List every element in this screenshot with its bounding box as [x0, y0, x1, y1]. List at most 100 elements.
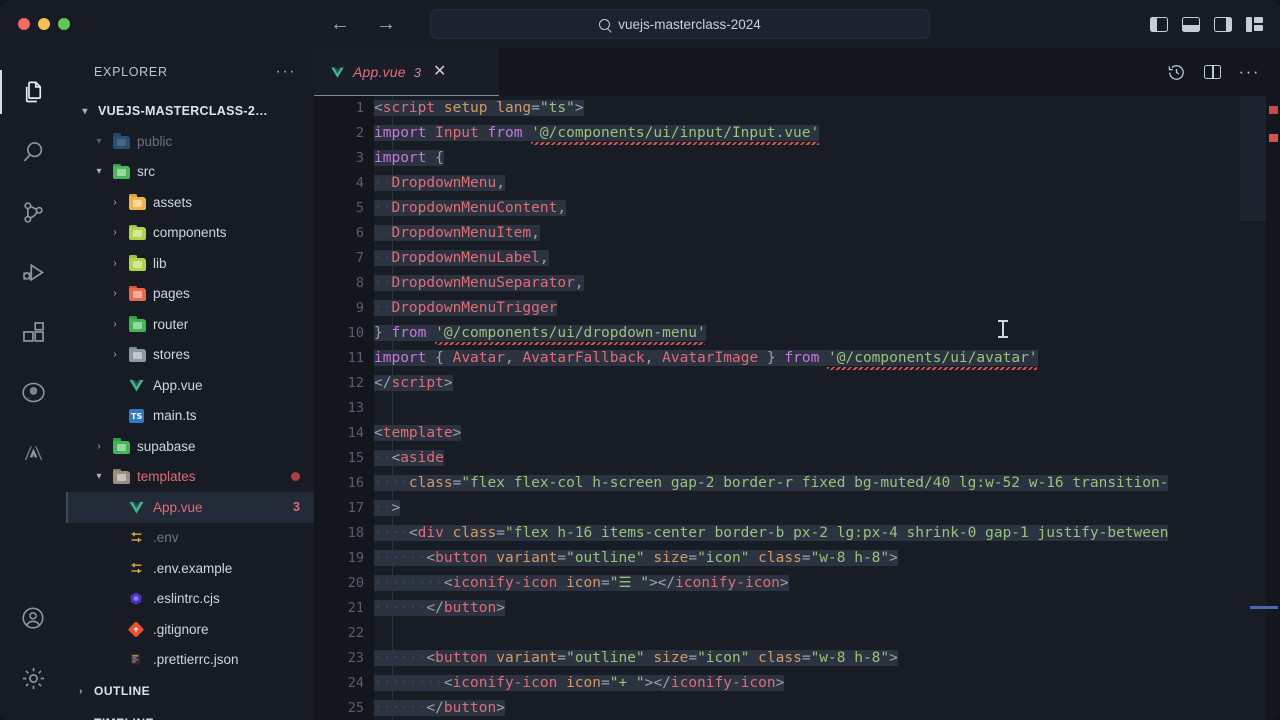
sidebar-item-search[interactable] — [0, 122, 66, 182]
sidebar-section-timeline[interactable]: ›TIMELINE — [66, 707, 314, 720]
folder-pages-icon — [128, 285, 147, 302]
code-line[interactable]: ······</button> — [374, 696, 1280, 720]
code-line[interactable] — [374, 396, 1280, 421]
chevron-right-icon[interactable]: › — [92, 441, 106, 452]
chevron-right-icon[interactable]: › — [108, 288, 122, 299]
chevron-right-icon[interactable]: › — [108, 197, 122, 208]
code-line[interactable]: import Input from '@/components/ui/input… — [374, 121, 1280, 146]
code-line[interactable]: ····<div class="flex h-16 items-center b… — [374, 521, 1280, 546]
code-line[interactable]: ······<button variant="outline" size="ic… — [374, 646, 1280, 671]
chevron-down-icon[interactable]: ▾ — [92, 471, 106, 482]
timeline-icon[interactable] — [1167, 63, 1186, 82]
sidebar-item-accounts[interactable] — [0, 588, 66, 648]
code-line[interactable]: ··> — [374, 496, 1280, 521]
line-number: 17 — [347, 500, 364, 516]
tree-item--env[interactable]: .env — [66, 523, 314, 554]
sidebar-item-atlassian[interactable] — [0, 422, 66, 482]
code-line[interactable]: ··DropdownMenuContent, — [374, 196, 1280, 221]
sidebar-item-explorer[interactable] — [0, 62, 66, 122]
code-token: ······ — [374, 550, 427, 566]
tree-item--prettierrc-json[interactable]: .prettierrc.json — [66, 645, 314, 676]
chevron-right-icon[interactable]: › — [108, 227, 122, 238]
code-token: "w-8 h-8" — [810, 650, 890, 666]
code-line[interactable]: ··DropdownMenuLabel, — [374, 246, 1280, 271]
code-line[interactable]: import { — [374, 146, 1280, 171]
code-content[interactable]: <script setup lang="ts"> import Input fro… — [374, 96, 1280, 720]
workspace-root-row[interactable]: ▾ VUEJS-MASTERCLASS-2… — [66, 96, 314, 126]
code-line[interactable]: <script setup lang="ts"> — [374, 96, 1280, 121]
chevron-right-icon[interactable]: › — [108, 319, 122, 330]
sidebar-item-extensions[interactable] — [0, 302, 66, 362]
go-forward-icon[interactable]: → — [376, 14, 396, 34]
tree-item-stores[interactable]: › stores — [66, 340, 314, 371]
close-window-button[interactable] — [18, 18, 30, 30]
overview-ruler[interactable] — [1250, 96, 1280, 720]
tree-item-pages[interactable]: › pages — [66, 279, 314, 310]
gitignore-file-icon — [128, 621, 147, 638]
tree-item-label: stores — [153, 347, 190, 363]
code-editor[interactable]: 1 2 3 4 5 6 7 8 9 10 11 12 13 14 15 16 17 18 19 20 21 22 23 24 2… — [314, 96, 1280, 720]
code-line[interactable]: ····class="flex flex-col h-screen gap-2 … — [374, 471, 1280, 496]
tree-item-main-ts[interactable]: TS main.ts — [66, 401, 314, 432]
code-token: , — [557, 200, 567, 216]
code-line[interactable]: </script> — [374, 371, 1280, 396]
sidebar-item-source-control[interactable] — [0, 182, 66, 242]
close-icon[interactable]: ✕ — [433, 64, 446, 80]
line-number: 9 — [355, 300, 364, 316]
tree-item--eslintrc-cjs[interactable]: .eslintrc.cjs — [66, 584, 314, 615]
go-back-icon[interactable]: ← — [330, 14, 350, 34]
command-center-search[interactable]: vuejs-masterclass-2024 — [430, 9, 930, 39]
window-controls[interactable] — [0, 18, 330, 30]
sidebar-item-settings[interactable] — [0, 648, 66, 708]
tree-item--gitignore[interactable]: .gitignore — [66, 614, 314, 645]
sidebar-item-github[interactable] — [0, 362, 66, 422]
code-line[interactable]: ··<aside — [374, 446, 1280, 471]
tree-item-app-vue[interactable]: App.vue — [66, 370, 314, 401]
code-line[interactable]: } from '@/components/ui/dropdown-menu' — [374, 321, 1280, 346]
minimap[interactable] — [1240, 96, 1266, 720]
chevron-down-icon[interactable]: ▾ — [92, 136, 106, 147]
tree-item-assets[interactable]: › assets — [66, 187, 314, 218]
minimize-window-button[interactable] — [38, 18, 50, 30]
maximize-window-button[interactable] — [58, 18, 70, 30]
toggle-secondary-sidebar-icon[interactable] — [1214, 16, 1232, 32]
code-line[interactable]: ··DropdownMenuItem, — [374, 221, 1280, 246]
sidebar-item-run-and-debug[interactable] — [0, 242, 66, 302]
more-actions-icon[interactable]: ··· — [1239, 63, 1260, 80]
chevron-right-icon[interactable]: › — [108, 349, 122, 360]
code-line[interactable]: ··DropdownMenuTrigger — [374, 296, 1280, 321]
code-line[interactable]: ········<iconify-icon icon="+ "></iconif… — [374, 671, 1280, 696]
toggle-primary-sidebar-icon[interactable] — [1150, 16, 1168, 32]
chevron-right-icon[interactable]: › — [108, 258, 122, 269]
tree-item-router[interactable]: › router — [66, 309, 314, 340]
tree-item-app-vue[interactable]: App.vue 3 — [66, 492, 314, 523]
code-line[interactable]: ······<button variant="outline" size="ic… — [374, 546, 1280, 571]
toggle-panel-icon[interactable] — [1182, 16, 1200, 32]
minimap-viewport[interactable] — [1240, 96, 1266, 221]
explorer-more-icon[interactable]: ··· — [276, 63, 296, 81]
code-line[interactable]: ··DropdownMenu, — [374, 171, 1280, 196]
code-token: = — [557, 550, 567, 566]
tree-item-src[interactable]: ▾ src — [66, 157, 314, 188]
code-token: variant — [487, 650, 558, 666]
customize-layout-icon[interactable] — [1246, 16, 1264, 32]
tree-item-templates[interactable]: ▾ templates — [66, 462, 314, 493]
code-line[interactable] — [374, 621, 1280, 646]
tab-app-vue[interactable]: App.vue 3 ✕ — [314, 48, 499, 96]
sidebar-section-outline[interactable]: › OUTLINE — [66, 675, 314, 707]
chevron-down-icon[interactable]: ▾ — [92, 166, 106, 177]
code-line[interactable]: <template> — [374, 421, 1280, 446]
tree-item-lib[interactable]: › lib — [66, 248, 314, 279]
error-squiggle — [530, 142, 819, 145]
tree-item-public[interactable]: ▾ public — [66, 126, 314, 157]
split-editor-icon[interactable] — [1203, 65, 1221, 79]
code-line[interactable]: ········<iconify-icon icon="☰ "></iconif… — [374, 571, 1280, 596]
code-line[interactable]: ······</button> — [374, 596, 1280, 621]
tree-item--env-example[interactable]: .env.example — [66, 553, 314, 584]
line-number: 13 — [347, 400, 364, 416]
code-line[interactable]: ··DropdownMenuSeparator, — [374, 271, 1280, 296]
code-line[interactable]: import { Avatar, AvatarFallback, AvatarI… — [374, 346, 1280, 371]
line-number: 3 — [355, 150, 364, 166]
tree-item-supabase[interactable]: › supabase — [66, 431, 314, 462]
tree-item-components[interactable]: › components — [66, 218, 314, 249]
